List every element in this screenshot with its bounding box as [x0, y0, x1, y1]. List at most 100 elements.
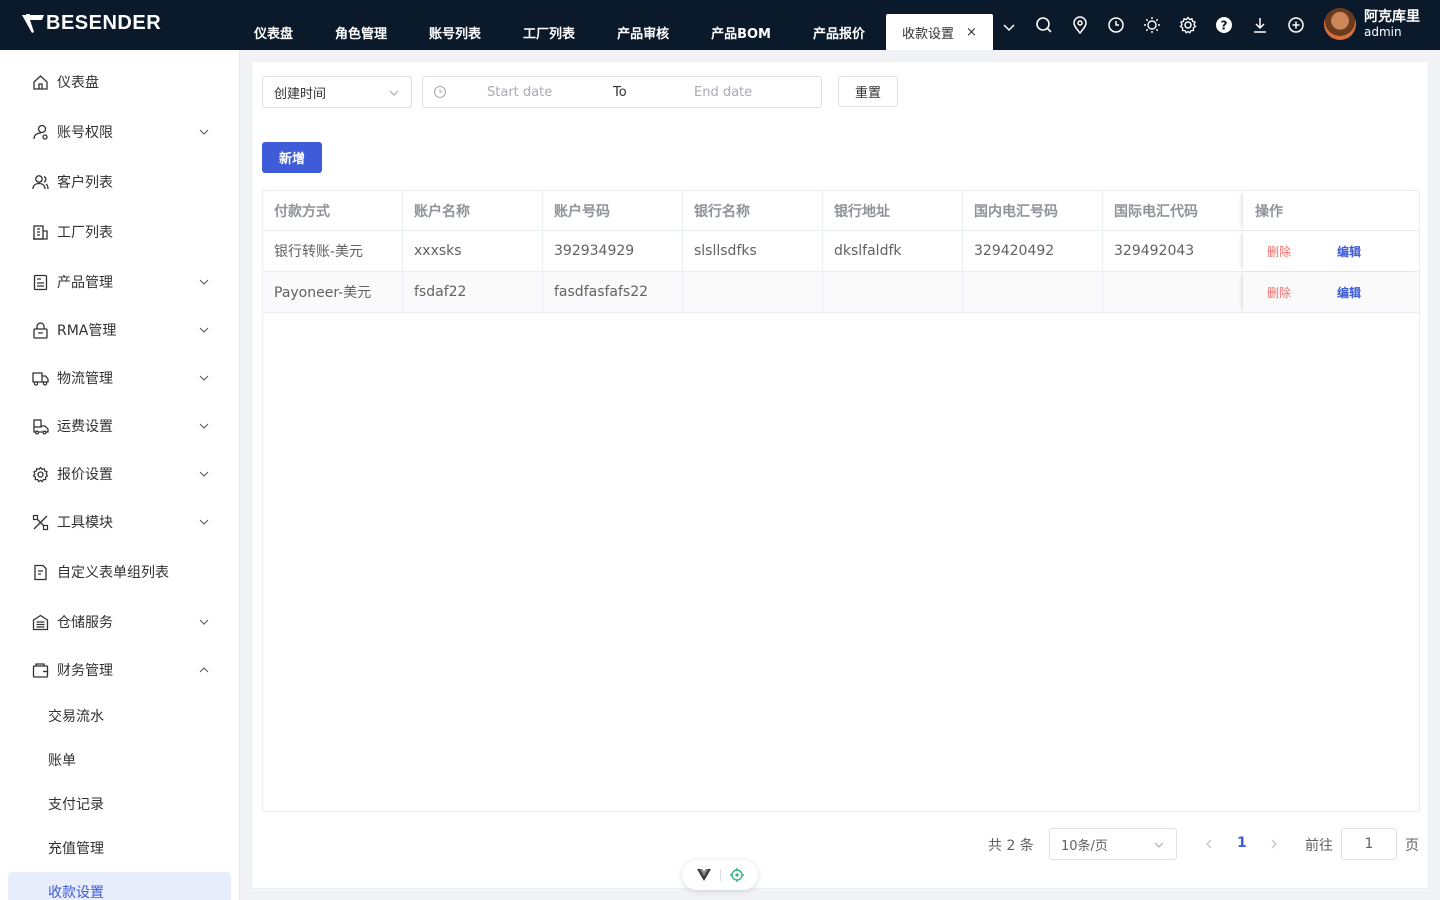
gear-icon[interactable]: [1177, 14, 1199, 36]
tab-roles[interactable]: 角色管理: [314, 14, 408, 50]
tab-dashboard[interactable]: 仪表盘: [233, 14, 314, 50]
shipping-icon: [31, 417, 49, 435]
search-icon[interactable]: [1033, 14, 1055, 36]
table-cell: fsdaf22: [403, 272, 543, 312]
table-cell: dkslfaldfk: [823, 231, 963, 271]
delete-button[interactable]: 删除: [1267, 243, 1291, 260]
time-field-select[interactable]: 创建时间: [262, 76, 412, 108]
delete-button[interactable]: 删除: [1267, 284, 1291, 301]
table-header: 付款方式 账户名称 账户号码 银行名称 银行地址 国内电汇号码 国际电汇代码 操…: [263, 191, 1419, 231]
building-icon: [31, 223, 49, 241]
goto-page-input[interactable]: [1341, 828, 1397, 860]
location-icon[interactable]: [1069, 14, 1091, 36]
plus-circle-icon[interactable]: [1285, 14, 1307, 36]
tab-product-review[interactable]: 产品审核: [596, 14, 690, 50]
tabs-more-chevron-icon[interactable]: [1000, 18, 1018, 36]
payment-accounts-table: 付款方式 账户名称 账户号码 银行名称 银行地址 国内电汇号码 国际电汇代码 操…: [262, 190, 1420, 812]
download-icon[interactable]: [1249, 14, 1271, 36]
clock-icon: [433, 85, 447, 99]
tab-product-quote[interactable]: 产品报价: [792, 14, 886, 50]
column-header: 国际电汇代码: [1114, 203, 1198, 220]
column-header: 付款方式: [263, 191, 403, 230]
row-actions: 删除 编辑: [1243, 272, 1419, 312]
sidebar-item-dashboard[interactable]: 仪表盘: [0, 62, 239, 102]
user-menu[interactable]: 阿克库里 admin: [1324, 8, 1420, 40]
sidebar-item-factories[interactable]: 工厂列表: [0, 212, 239, 252]
sidebar-subitem-bills[interactable]: 账单: [0, 740, 239, 780]
column-header: 国内电汇号码: [963, 191, 1103, 230]
page-number[interactable]: 1: [1237, 835, 1247, 851]
logo-mark-icon: [22, 13, 44, 33]
edit-button[interactable]: 编辑: [1337, 243, 1361, 260]
tab-factories[interactable]: 工厂列表: [502, 14, 596, 50]
chevron-down-icon: [199, 279, 209, 285]
tab-label: 收款设置: [902, 26, 955, 42]
end-date-input[interactable]: End date: [694, 85, 752, 100]
column-header: 银行地址: [823, 191, 963, 230]
chevron-down-icon: [199, 129, 209, 135]
chevron-down-icon: [199, 471, 209, 477]
sidebar-item-tools[interactable]: 工具模块: [0, 502, 239, 542]
chevron-down-icon: [199, 327, 209, 333]
page-size-select[interactable]: 10条/页: [1049, 828, 1177, 860]
sidebar-item-account-permissions[interactable]: 账号权限: [0, 112, 239, 152]
sidebar-item-finance[interactable]: 财务管理: [0, 650, 239, 690]
sidebar-item-products[interactable]: 产品管理: [0, 262, 239, 302]
toolbar-icons: ?: [1033, 14, 1321, 36]
form-icon: [31, 563, 49, 581]
sidebar-subitem-payment-records[interactable]: 支付记录: [0, 784, 239, 824]
chevron-down-icon: [199, 375, 209, 381]
next-page-icon[interactable]: [1267, 837, 1281, 851]
sidebar-item-logistics[interactable]: 物流管理: [0, 358, 239, 398]
users-icon: [31, 173, 49, 191]
sidebar-item-label: RMA管理: [57, 323, 117, 339]
sidebar-item-quote-settings[interactable]: 报价设置: [0, 454, 239, 494]
sidebar-subitem-payment-settings[interactable]: 收款设置: [8, 872, 231, 900]
sidebar-item-warehouse[interactable]: 仓储服务: [0, 602, 239, 642]
tab-accounts[interactable]: 账号列表: [408, 14, 502, 50]
brand-logo[interactable]: BESENDER: [22, 12, 161, 35]
add-button[interactable]: 新增: [262, 142, 322, 173]
sidebar-item-label: 财务管理: [57, 663, 113, 679]
table-cell: [683, 272, 823, 312]
sidebar-item-label: 产品管理: [57, 275, 113, 291]
chevron-up-icon: [199, 667, 209, 673]
sidebar-item-shipping-fees[interactable]: 运费设置: [0, 406, 239, 446]
sidebar-subitem-transactions[interactable]: 交易流水: [0, 696, 239, 736]
date-range-picker[interactable]: Start date To End date: [422, 76, 822, 108]
goto-label: 前往: [1305, 838, 1333, 854]
sidebar-item-label: 报价设置: [57, 467, 113, 483]
gear-icon: [31, 465, 49, 483]
sidebar-subitem-recharge[interactable]: 充值管理: [0, 828, 239, 868]
clock-icon[interactable]: [1105, 14, 1127, 36]
tab-close-icon[interactable]: ×: [966, 25, 977, 40]
column-header-actions: 操作: [1243, 191, 1419, 230]
table-cell: Payoneer-美元: [263, 272, 403, 312]
home-icon: [31, 73, 49, 91]
table-cell: [1103, 272, 1243, 312]
table-cell: 329492043: [1114, 243, 1195, 259]
table-row: Payoneer-美元 fsdaf22 fasdfasfafs22 删除 编辑: [263, 272, 1419, 313]
prev-page-icon[interactable]: [1202, 837, 1216, 851]
target-icon[interactable]: [729, 868, 744, 882]
reset-button[interactable]: 重置: [838, 76, 898, 107]
lock-box-icon: [31, 321, 49, 339]
vue-logo-icon[interactable]: [696, 869, 711, 881]
chevron-down-icon: [199, 619, 209, 625]
box-icon: [31, 273, 49, 291]
edit-button[interactable]: 编辑: [1337, 284, 1361, 301]
sidebar-item-label: 运费设置: [57, 419, 113, 435]
sun-icon[interactable]: [1141, 14, 1163, 36]
user-role: admin: [1364, 25, 1402, 39]
sidebar-item-label: 仓储服务: [57, 615, 113, 631]
sidebar-item-rma[interactable]: RMA管理: [0, 310, 239, 350]
floating-devtools[interactable]: [682, 860, 758, 890]
user-name: 阿克库里: [1364, 9, 1420, 25]
start-date-input[interactable]: Start date: [487, 85, 552, 100]
tab-product-bom[interactable]: 产品BOM: [690, 14, 792, 50]
tab-payment-settings[interactable]: 收款设置 ×: [886, 14, 993, 50]
sidebar-item-custom-forms[interactable]: 自定义表单组列表: [0, 552, 239, 592]
sidebar-item-customers[interactable]: 客户列表: [0, 162, 239, 202]
help-icon[interactable]: ?: [1213, 14, 1235, 36]
user-key-icon: [31, 123, 49, 141]
